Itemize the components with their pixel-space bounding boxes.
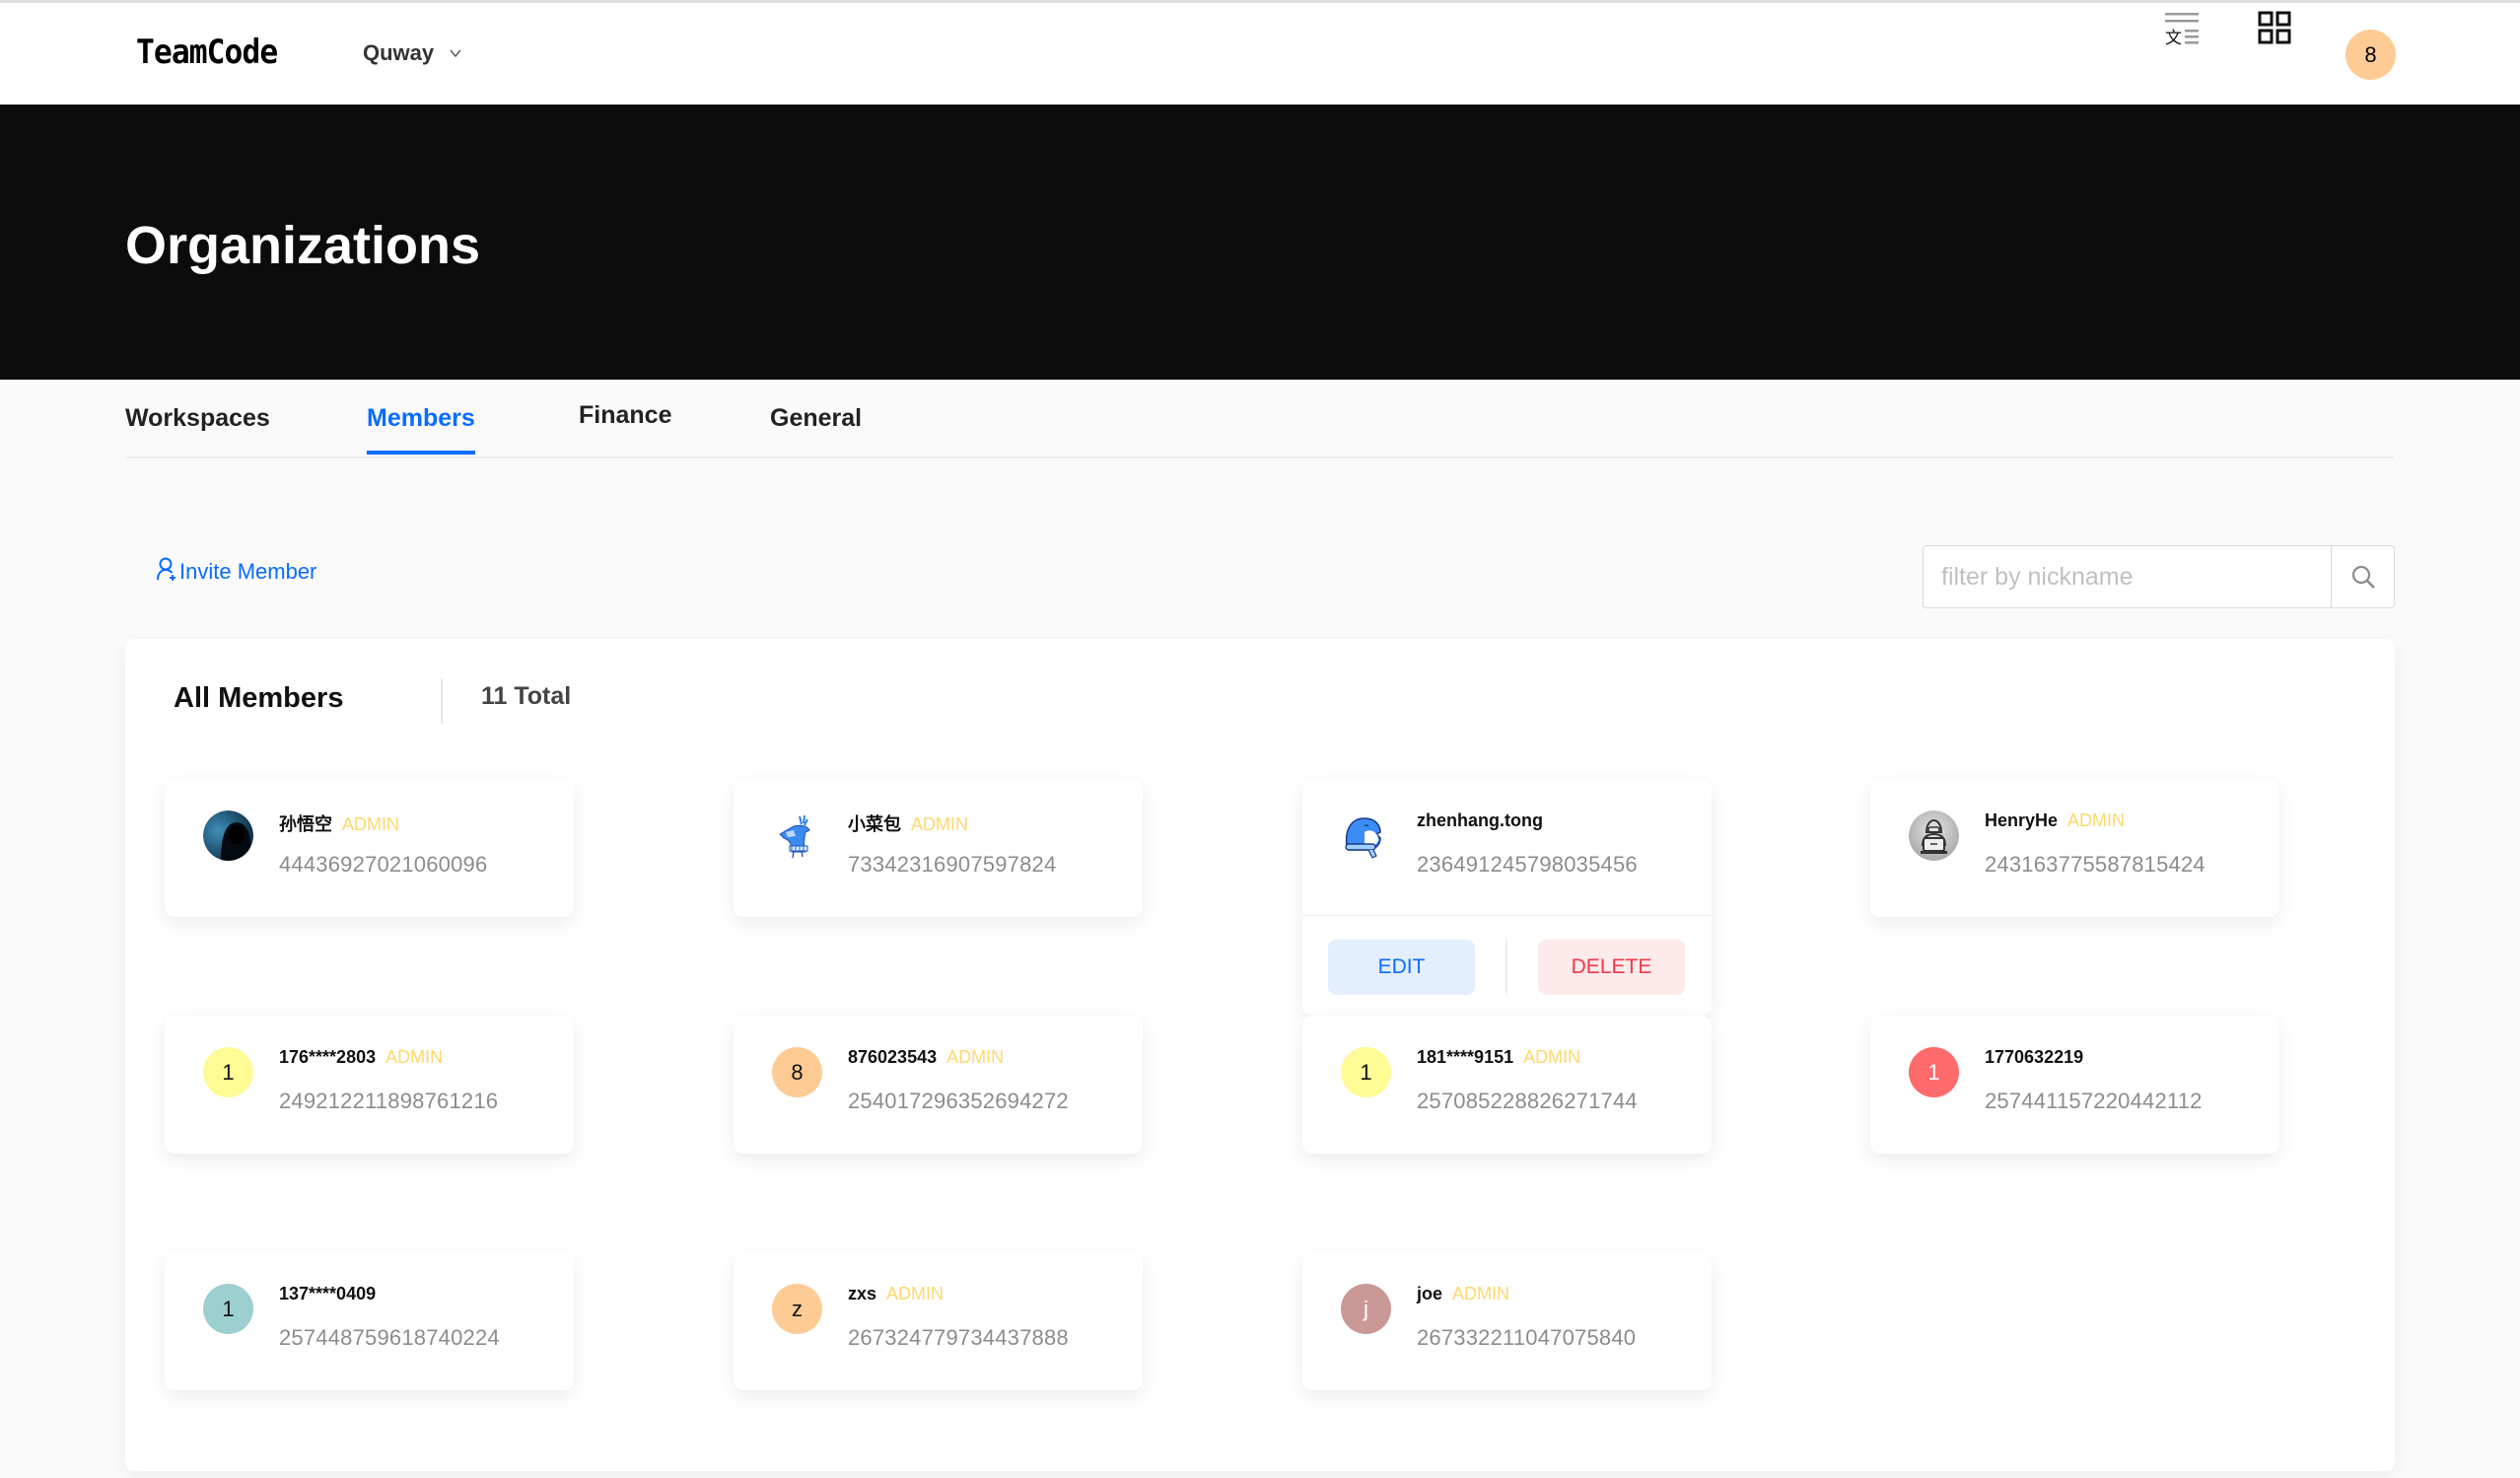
member-name-row: 小菜包 ADMIN	[848, 810, 968, 836]
admin-badge: ADMIN	[1523, 1047, 1581, 1067]
admin-badge: ADMIN	[2067, 810, 2126, 830]
member-id: 243163775587815424	[1985, 852, 2205, 877]
member-grid: 孙悟空 ADMIN 44436927021060096 小菜包 ADMIN 7334231…	[125, 639, 2395, 1471]
hooded-figure-avatar	[203, 810, 253, 861]
member-name-row: 1770632219	[1985, 1047, 2083, 1068]
member-card[interactable]: zhenhang.tong 236491245798035456 EDIT DELET…	[1302, 779, 1712, 1016]
member-id: 267332211047075840	[1417, 1325, 1637, 1350]
actions-divider	[1505, 940, 1507, 995]
member-name: joe	[1417, 1284, 1443, 1303]
member-id: 257441157220442112	[1985, 1089, 2203, 1113]
tab-general[interactable]: General	[770, 404, 862, 447]
member-avatar: 1	[203, 1284, 253, 1334]
member-actions: EDIT DELETE	[1302, 915, 1712, 1016]
member-name-row: 孙悟空 ADMIN	[279, 810, 399, 836]
member-name: 181****9151	[1417, 1047, 1514, 1067]
member-name: 小菜包	[848, 814, 901, 834]
tab-bar: Workspaces Members Finance General	[125, 380, 2394, 458]
search-icon	[2351, 565, 2375, 589]
grid-apps-icon[interactable]	[2258, 11, 2295, 48]
member-name: 1770632219	[1985, 1047, 2084, 1067]
member-card[interactable]: j joe ADMIN 267332211047075840	[1302, 1252, 1712, 1390]
admin-badge: ADMIN	[342, 814, 399, 834]
org-name: Quway	[363, 40, 435, 65]
member-card[interactable]: 小菜包 ADMIN 73342316907597824	[734, 779, 1143, 917]
member-id: 257448759618740224	[279, 1325, 500, 1350]
user-avatar[interactable]: 8	[2345, 30, 2396, 80]
member-name: 176****2803	[279, 1047, 377, 1067]
member-name: 孙悟空	[279, 814, 332, 834]
admin-badge: ADMIN	[1452, 1284, 1510, 1303]
member-avatar: 1	[1909, 1047, 1959, 1097]
penguin-avatar	[1341, 810, 1391, 861]
admin-badge: ADMIN	[946, 1047, 1005, 1067]
member-card[interactable]: 孙悟空 ADMIN 44436927021060096	[165, 779, 574, 917]
member-avatar: 1	[203, 1047, 253, 1097]
member-name: HenryHe	[1985, 810, 2059, 830]
member-name-row: 876023543 ADMIN	[848, 1047, 1004, 1068]
member-card[interactable]: z zxs ADMIN 267324779734437888	[734, 1252, 1143, 1390]
member-name-row: 176****2803 ADMIN	[279, 1047, 443, 1068]
invite-member-button[interactable]: Invite Member	[156, 556, 316, 588]
member-card[interactable]: 8 876023543 ADMIN 254017296352694272	[734, 1016, 1143, 1154]
member-name: zxs	[848, 1284, 877, 1303]
delete-member-button[interactable]: DELETE	[1538, 940, 1685, 995]
member-name-row: zxs ADMIN	[848, 1284, 944, 1304]
member-name: 876023543	[848, 1047, 938, 1067]
member-id: 254017296352694272	[848, 1089, 1069, 1113]
member-name: 137****0409	[279, 1284, 377, 1303]
search-button[interactable]	[2331, 546, 2394, 607]
translate-icon[interactable]: 文	[2163, 11, 2201, 48]
tab-workspaces[interactable]: Workspaces	[125, 404, 270, 447]
member-id: 73342316907597824	[848, 852, 1057, 877]
member-avatar: 8	[772, 1047, 822, 1097]
admin-badge: ADMIN	[886, 1284, 945, 1303]
member-id: 249212211898761216	[279, 1089, 499, 1113]
deer-avatar	[772, 810, 822, 861]
page-title: Organizations	[125, 216, 481, 275]
member-name: zhenhang.tong	[1417, 810, 1543, 830]
members-panel: All Members 11 Total 孙悟空 ADMIN 44436927021…	[125, 639, 2395, 1471]
org-switcher[interactable]: Quway	[363, 40, 463, 66]
edit-member-button[interactable]: EDIT	[1328, 940, 1475, 995]
tab-members[interactable]: Members	[367, 404, 475, 455]
hacker-laptop-avatar	[1909, 810, 1959, 861]
member-name-row: HenryHe ADMIN	[1985, 810, 2125, 831]
member-card[interactable]: 1 176****2803 ADMIN 249212211898761216	[165, 1016, 574, 1154]
admin-badge: ADMIN	[385, 1047, 444, 1067]
member-name-row: zhenhang.tong	[1417, 810, 1543, 831]
member-avatar: j	[1341, 1284, 1391, 1334]
member-avatar: z	[772, 1284, 822, 1334]
member-id: 267324779734437888	[848, 1325, 1069, 1350]
member-name-row: 137****0409	[279, 1284, 376, 1304]
member-search	[1923, 545, 2395, 608]
invite-member-label: Invite Member	[179, 559, 317, 584]
search-input[interactable]	[1924, 546, 2331, 607]
member-id: 44436927021060096	[279, 852, 488, 877]
member-card[interactable]: HenryHe ADMIN 243163775587815424	[1870, 779, 2279, 917]
member-card[interactable]: 1 1770632219 257441157220442112	[1870, 1016, 2279, 1154]
member-avatar: 1	[1341, 1047, 1391, 1097]
member-id: 236491245798035456	[1417, 852, 1638, 877]
page-header: Organizations	[0, 105, 2520, 380]
member-card[interactable]: 1 137****0409 257448759618740224	[165, 1252, 574, 1390]
chevron-down-icon	[448, 45, 463, 61]
add-user-icon	[156, 556, 177, 588]
tab-finance[interactable]: Finance	[579, 401, 671, 444]
member-name-row: joe ADMIN	[1417, 1284, 1509, 1304]
top-nav: TeamCode Quway 文 8	[0, 0, 2520, 105]
member-name-row: 181****9151 ADMIN	[1417, 1047, 1580, 1068]
teamcode-logo[interactable]: TeamCode	[136, 33, 278, 72]
member-id: 257085228826271744	[1417, 1089, 1638, 1113]
member-card[interactable]: 1 181****9151 ADMIN 257085228826271744	[1302, 1016, 1712, 1154]
svg-text:文: 文	[2165, 29, 2182, 48]
admin-badge: ADMIN	[911, 814, 968, 834]
